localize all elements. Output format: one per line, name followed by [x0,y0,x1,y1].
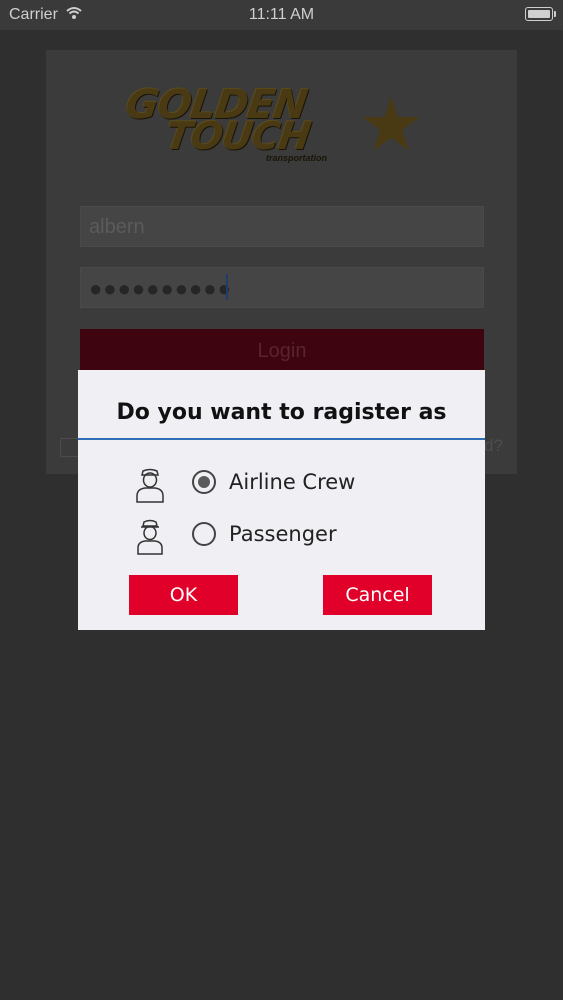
golden-touch-logo: GOLDEN TOUCH ★ transportation [122,82,425,166]
star-icon: ★ [358,83,425,166]
crew-person-icon [134,466,166,504]
username-value: albern [89,216,145,238]
text-cursor [226,274,228,300]
passenger-person-icon [134,518,166,556]
option-passenger[interactable]: Passenger [78,514,485,558]
username-field[interactable]: albern [80,206,484,247]
battery-icon [525,7,556,21]
cancel-button[interactable]: Cancel [323,575,432,615]
register-type-dialog: Do you want to ragister as Airline Crew … [78,370,485,630]
remember-checkbox[interactable] [60,438,79,457]
radio-passenger[interactable] [192,522,216,546]
ok-button[interactable]: OK [129,575,238,615]
option-airline-crew[interactable]: Airline Crew [78,462,485,506]
password-value: ●●●●●●●●●● [89,276,232,301]
status-bar: Carrier 11:11 AM [0,0,563,30]
login-button[interactable]: Login [80,329,484,373]
clock: 11:11 AM [248,6,315,23]
password-field[interactable]: ●●●●●●●●●● [80,267,484,308]
radio-airline-crew[interactable] [192,470,216,494]
dialog-separator [78,438,485,440]
forgot-password-link[interactable]: d? [484,436,503,456]
option-label: Airline Crew [229,470,356,494]
dialog-title: Do you want to ragister as [116,400,447,425]
option-label: Passenger [229,522,337,546]
